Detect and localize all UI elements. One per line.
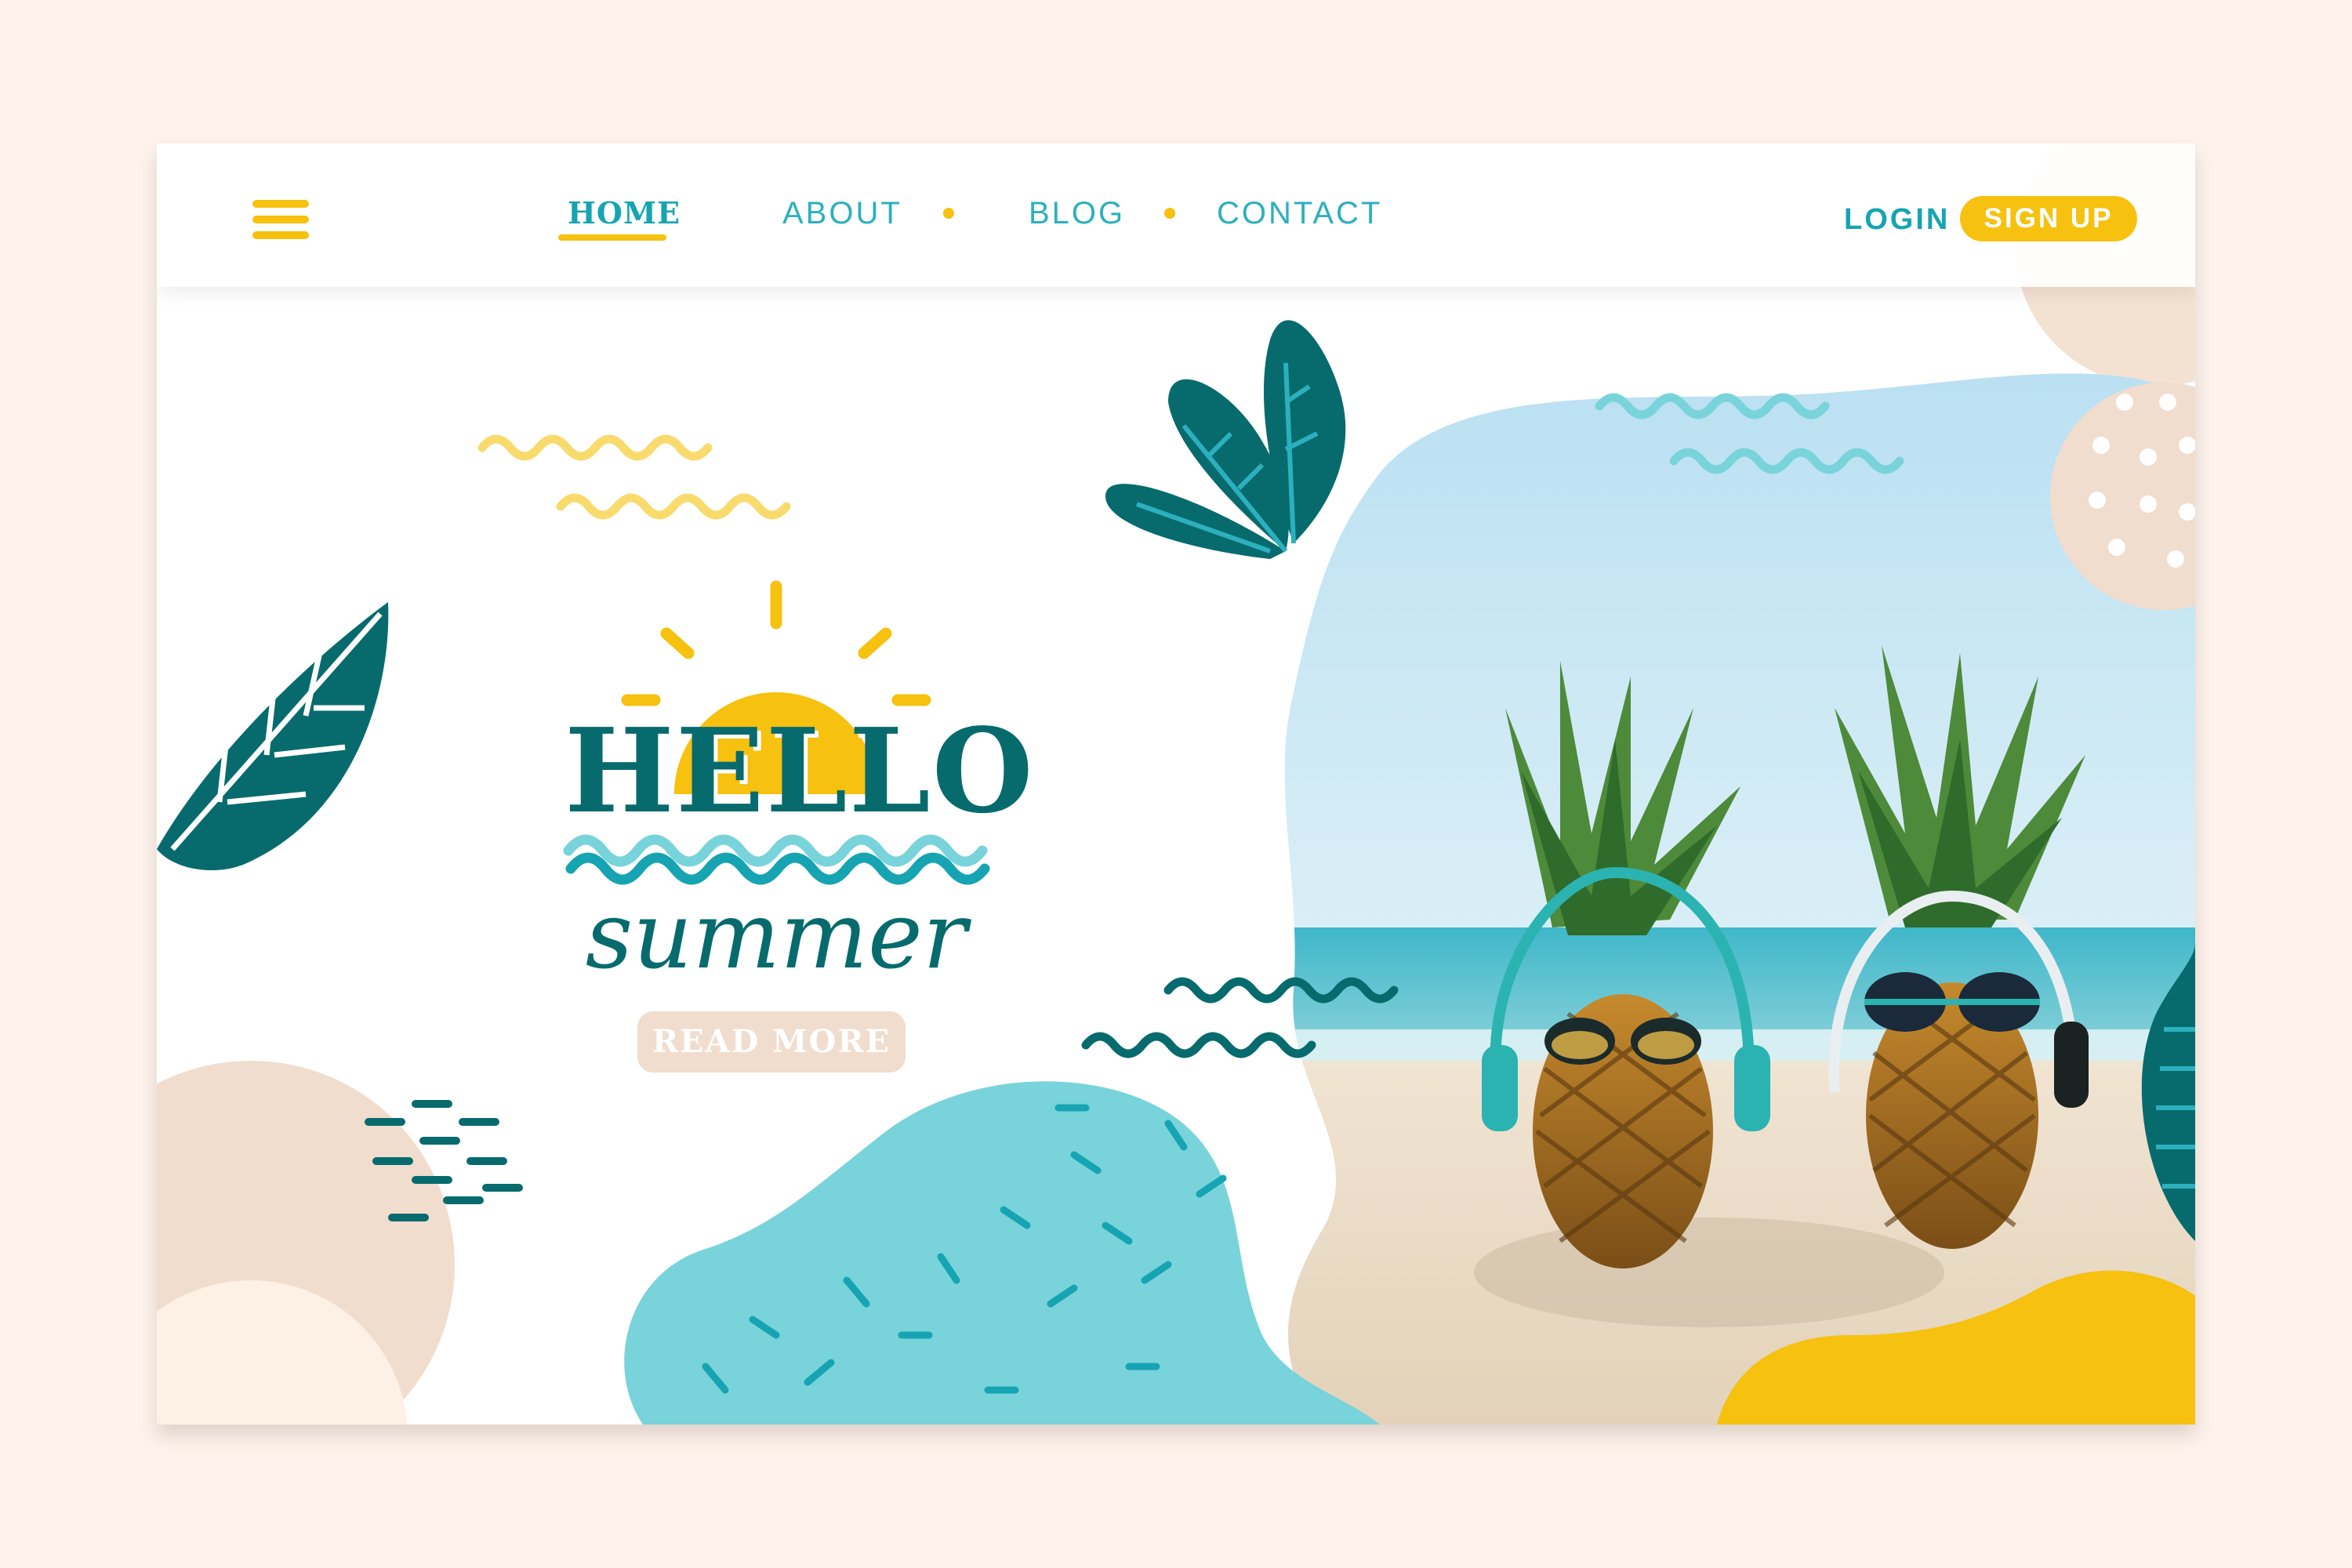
leaf-icon-left	[157, 602, 389, 871]
wave-yellow-2	[556, 493, 791, 520]
top-navigation-bar: HOME ABOUT BLOG CONTACT LOGIN SIGN UP	[157, 143, 2195, 287]
nav-about[interactable]: ABOUT	[782, 194, 902, 233]
hero-title: HELLO	[564, 702, 1035, 839]
wave-teal-2	[1081, 1032, 1316, 1058]
nav-contact[interactable]: CONTACT	[1217, 194, 1382, 233]
wave-yellow-1	[477, 434, 713, 461]
nav-home[interactable]: HOME	[568, 194, 681, 233]
decorative-background	[157, 143, 2195, 1425]
read-more-button[interactable]: READ MORE	[637, 1011, 906, 1073]
hamburger-menu-icon[interactable]	[252, 200, 309, 241]
login-link[interactable]: LOGIN	[1844, 200, 1950, 239]
leaf-icon-top	[1105, 320, 1346, 559]
aqua-blob	[624, 1081, 1380, 1425]
nav-blog[interactable]: BLOG	[1029, 194, 1125, 233]
nav-separator-dot	[1164, 208, 1175, 219]
signup-button[interactable]: SIGN UP	[1960, 196, 2137, 241]
nav-home-underline	[558, 234, 666, 241]
landing-page: HOME ABOUT BLOG CONTACT LOGIN SIGN UP HE…	[157, 143, 2195, 1425]
hero-subtitle: summer	[585, 881, 967, 989]
nav-separator-dot	[943, 208, 954, 219]
